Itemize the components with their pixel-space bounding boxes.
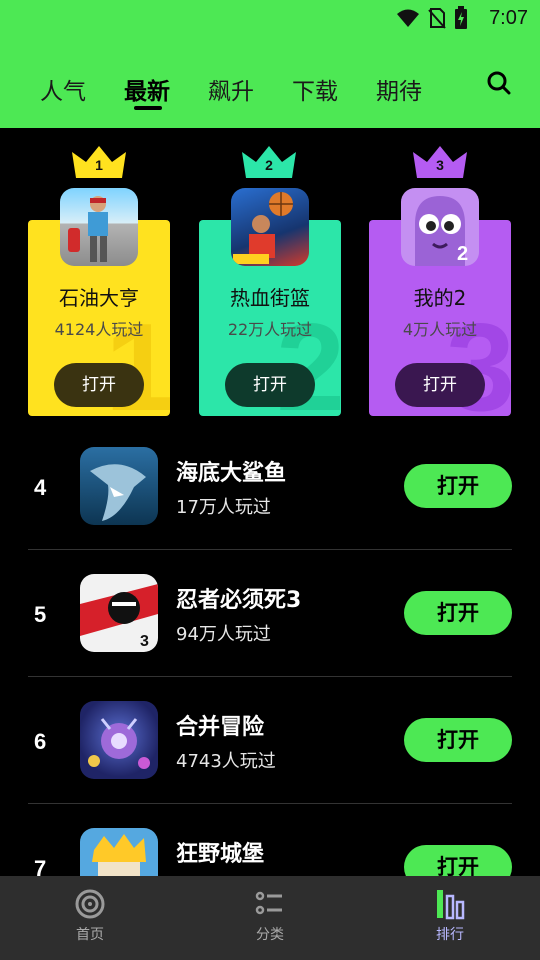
category-list-icon bbox=[255, 891, 282, 915]
crown-rank: 1 bbox=[95, 157, 103, 173]
list-item[interactable]: 6 合并冒险 4743人玩过 打开 bbox=[0, 701, 540, 828]
rank-number: 5 bbox=[34, 602, 47, 627]
tab-label: 飙升 bbox=[208, 79, 254, 105]
tab-popular[interactable]: 人气 bbox=[40, 72, 124, 106]
crown-rank: 3 bbox=[436, 157, 444, 173]
status-icons bbox=[396, 6, 468, 30]
ninja-icon: 3 bbox=[80, 584, 158, 650]
open-button[interactable]: 打开 bbox=[54, 363, 144, 407]
game-icon-shark[interactable] bbox=[80, 447, 158, 525]
rank-number: 4 bbox=[34, 475, 47, 500]
podium-game-name: 热血街篮 bbox=[230, 286, 310, 310]
open-button[interactable]: 打开 bbox=[404, 591, 512, 635]
rank-number: 6 bbox=[34, 729, 47, 754]
search-button[interactable] bbox=[486, 70, 512, 96]
play-count: 17万人玩过 bbox=[176, 497, 271, 518]
podium-game-name: 石油大亨 bbox=[59, 286, 139, 310]
wifi-icon bbox=[397, 9, 419, 27]
game-icon-ninja[interactable]: 3 bbox=[80, 574, 158, 652]
tab-anticipated[interactable]: 期待 bbox=[376, 72, 460, 106]
game-name: 狂野城堡 bbox=[176, 842, 265, 867]
game-name: 海底大鲨鱼 bbox=[176, 461, 287, 486]
open-button[interactable]: 打开 bbox=[395, 363, 485, 407]
game-icon-moy-2[interactable]: 2 bbox=[401, 188, 479, 266]
basketball-player-icon bbox=[233, 192, 293, 264]
play-count: 4743人玩过 bbox=[176, 751, 276, 772]
game-icon-street-basketball[interactable] bbox=[231, 188, 309, 266]
open-button[interactable]: 打开 bbox=[404, 464, 512, 508]
podium-play-count: 4万人玩过 bbox=[402, 320, 478, 339]
tab-downloads[interactable]: 下载 bbox=[292, 72, 376, 106]
divider bbox=[28, 549, 512, 550]
divider bbox=[28, 803, 512, 804]
game-icon-oil-tycoon[interactable] bbox=[60, 188, 138, 266]
list-item[interactable]: 4 海底大鲨鱼 17万人玩过 打开 bbox=[0, 447, 540, 574]
podium-game-name: 我的2 bbox=[413, 286, 467, 310]
crown-rank: 2 bbox=[265, 157, 273, 173]
nav-label: 分类 bbox=[256, 927, 284, 943]
svg-text:2: 2 bbox=[457, 243, 468, 265]
nav-category[interactable]: 分类 bbox=[230, 888, 310, 944]
podium-play-count: 4124人玩过 bbox=[54, 320, 144, 339]
ranking-bars-icon bbox=[437, 890, 465, 920]
monster-emblem-icon bbox=[88, 718, 150, 769]
battery-icon bbox=[455, 6, 467, 29]
shark-icon bbox=[90, 464, 146, 521]
nav-home[interactable]: 首页 bbox=[50, 888, 130, 944]
tab-bar: 人气 最新 飙升 下载 期待 bbox=[40, 72, 460, 110]
nav-ranking[interactable]: 排行 bbox=[410, 888, 490, 944]
nav-label: 排行 bbox=[436, 927, 464, 943]
tab-label: 下载 bbox=[292, 79, 338, 105]
tab-label: 期待 bbox=[376, 79, 422, 105]
active-tab-indicator bbox=[134, 106, 162, 110]
home-swirl-icon bbox=[75, 889, 105, 919]
tab-label: 最新 bbox=[124, 79, 170, 105]
podium-play-count: 22万人玩过 bbox=[227, 320, 313, 339]
tab-newest[interactable]: 最新 bbox=[124, 72, 208, 110]
open-button[interactable]: 打开 bbox=[225, 363, 315, 407]
nav-label: 首页 bbox=[76, 927, 104, 943]
game-name: 合并冒险 bbox=[176, 715, 265, 740]
app-root: { "status_bar": { "time": "7:07" }, "tab… bbox=[0, 0, 540, 960]
purple-creature-icon: 2 bbox=[415, 196, 468, 266]
play-count: 94万人玩过 bbox=[176, 624, 271, 645]
no-sim-icon bbox=[428, 8, 446, 29]
game-name: 忍者必须死3 bbox=[176, 588, 302, 613]
top-header: 7:07 人气 最新 飙升 下载 期待 bbox=[0, 0, 540, 128]
search-icon bbox=[487, 71, 511, 95]
status-time: 7:07 bbox=[489, 7, 528, 29]
list-item[interactable]: 5 3 忍者必须死3 94万人玩过 打开 bbox=[0, 574, 540, 701]
svg-text:3: 3 bbox=[140, 633, 149, 650]
bottom-nav: 首页 分类 排行 bbox=[0, 876, 540, 960]
divider bbox=[28, 676, 512, 677]
tab-label: 人气 bbox=[40, 79, 86, 105]
character-icon bbox=[68, 196, 108, 262]
open-button[interactable]: 打开 bbox=[404, 718, 512, 762]
game-icon-merge-adventure[interactable] bbox=[80, 701, 158, 779]
tab-rising[interactable]: 飙升 bbox=[208, 72, 292, 106]
